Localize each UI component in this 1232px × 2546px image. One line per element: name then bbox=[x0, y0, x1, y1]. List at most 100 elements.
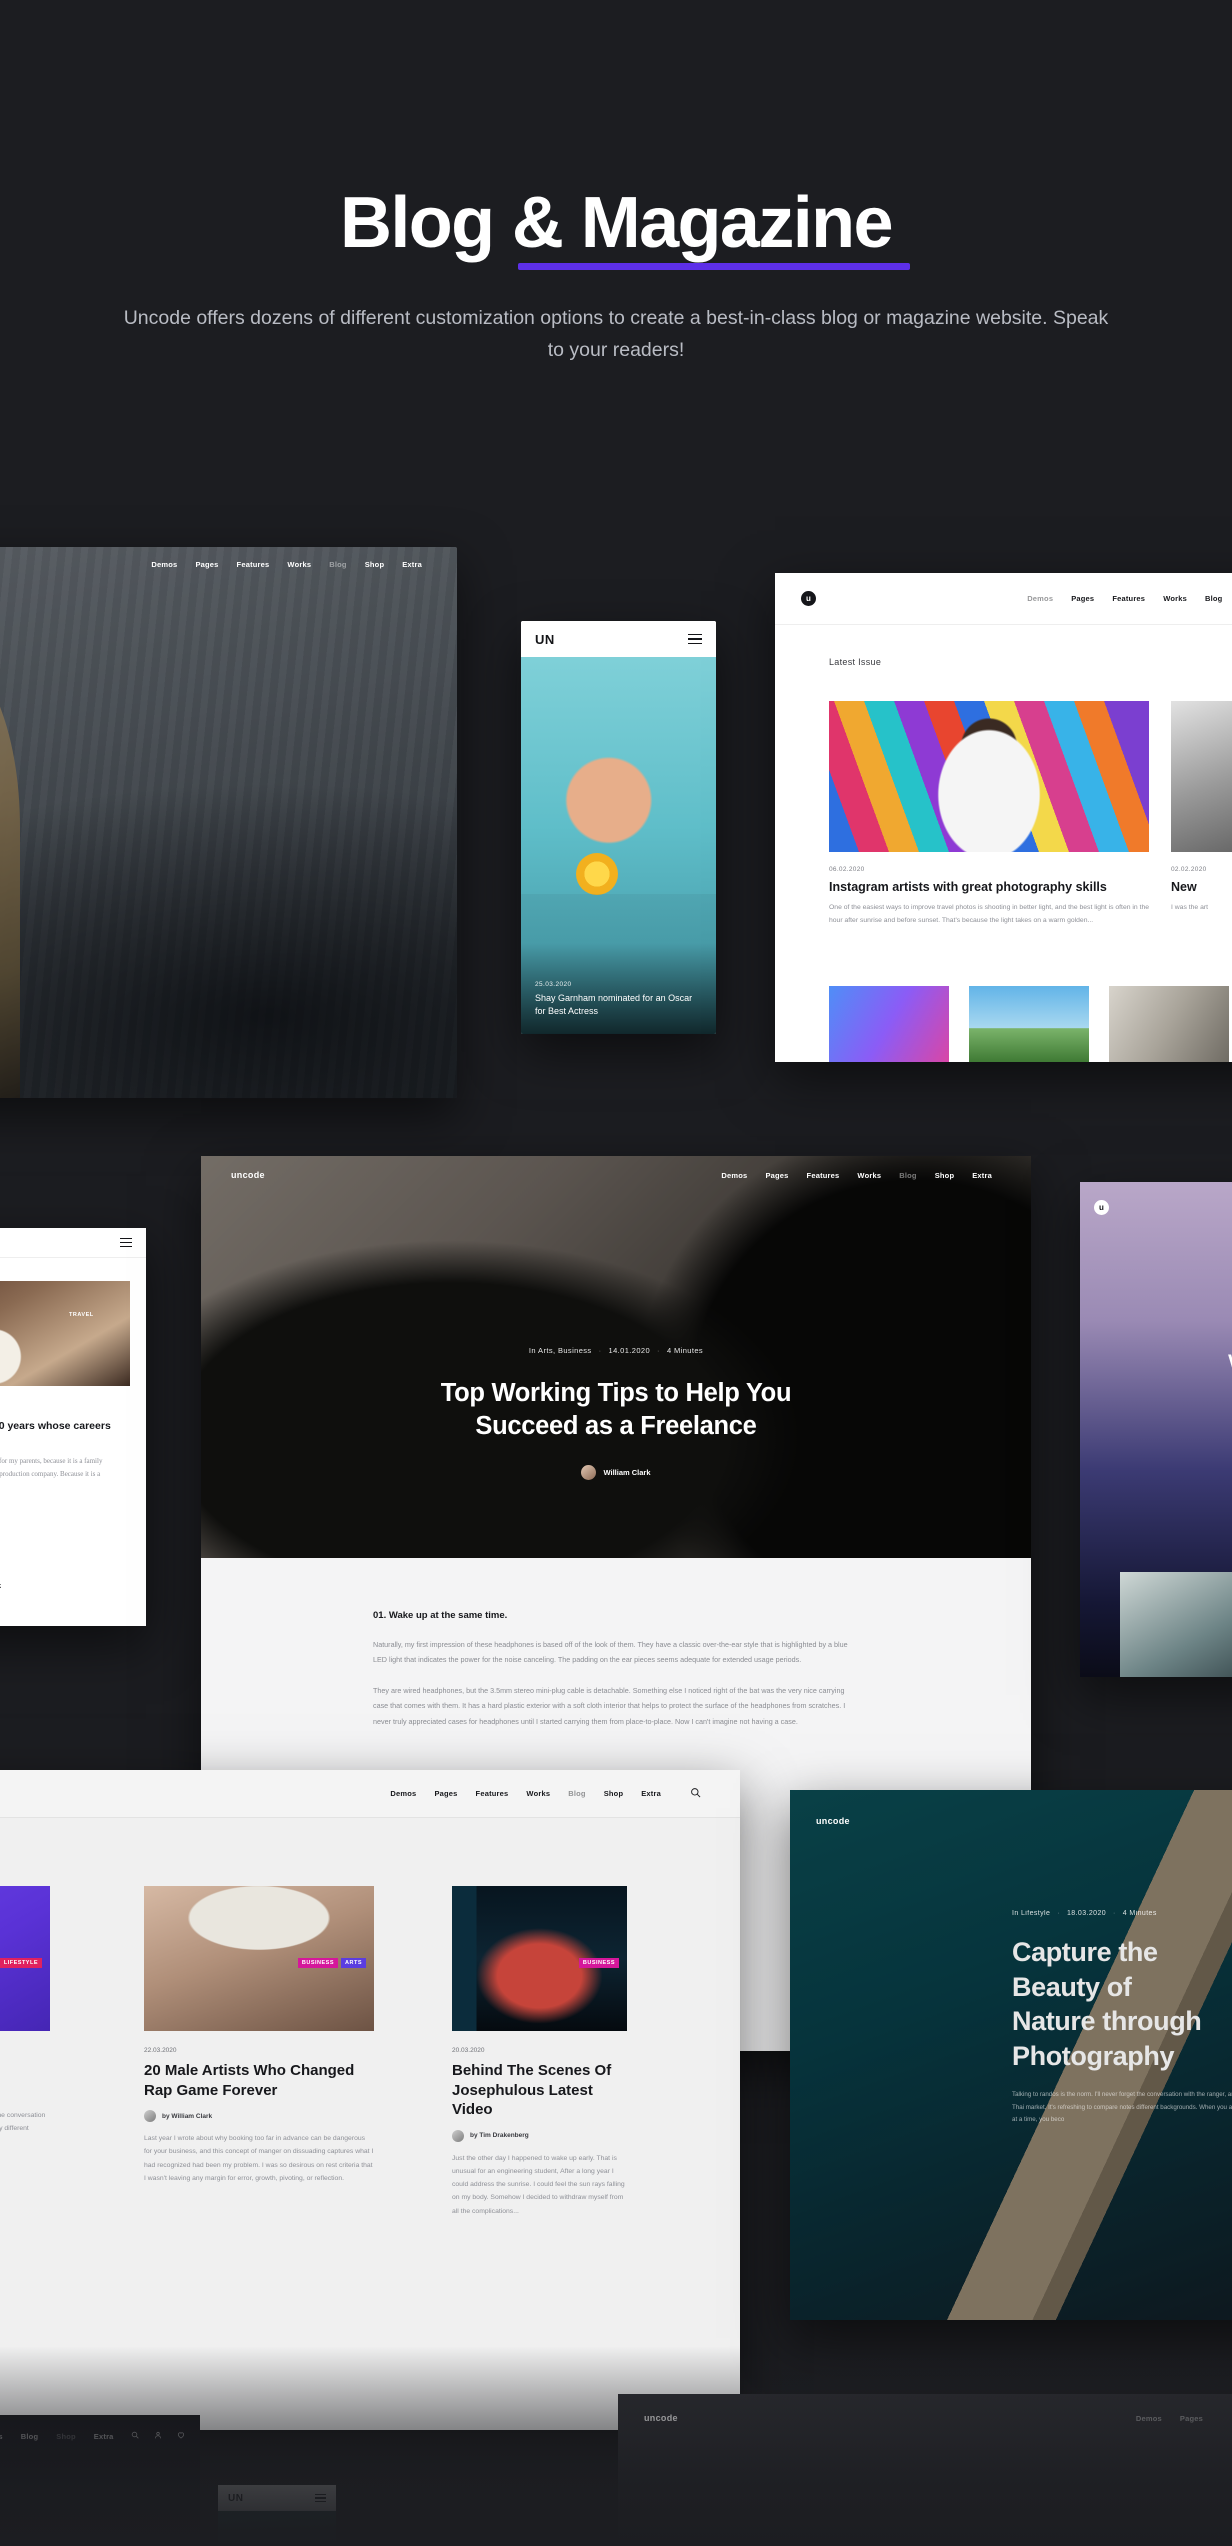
hamburger-icon[interactable] bbox=[688, 633, 702, 645]
nav-item-blog[interactable]: Blog bbox=[12, 2432, 47, 2441]
brand-nav-links[interactable]: Demos Pages bbox=[1127, 2414, 1212, 2423]
grid-card-2[interactable]: BUSINESS ARTS 22.03.2020 20 Male Artists… bbox=[144, 1886, 374, 2185]
freelance-author-row[interactable]: William Clark bbox=[201, 1465, 1031, 1481]
grid-card-3[interactable]: BUSINESS 20.03.2020 Behind The Scenes Of… bbox=[452, 1886, 627, 2218]
nav-item-works[interactable]: Works bbox=[0, 2432, 12, 2441]
nav-item-shop[interactable]: Shop bbox=[356, 560, 394, 569]
hamburger-icon[interactable] bbox=[315, 2493, 326, 2503]
badge-group[interactable]: BUSINESS bbox=[578, 1958, 619, 1968]
grid-nav-links[interactable]: Demos Pages Features Works Blog Shop Ext… bbox=[381, 1787, 710, 1800]
hamburger-icon[interactable] bbox=[120, 1237, 132, 1248]
nav-item-demos[interactable]: Demos bbox=[381, 1789, 425, 1798]
card-title: Instagram artists with great photography… bbox=[829, 880, 1107, 894]
nav-item-pages[interactable]: Pages bbox=[186, 560, 227, 569]
side-card-excerpt: Many years ago, I worked for my parents,… bbox=[0, 1457, 103, 1479]
mobile-logo[interactable]: UN bbox=[228, 2493, 243, 2504]
nav-item-features[interactable]: Features bbox=[1103, 594, 1154, 603]
mockup-bottom-mobile[interactable]: UN bbox=[218, 2485, 336, 2546]
badge-group[interactable]: BUSINESS ARTS bbox=[297, 1958, 366, 1968]
wordmark-logo[interactable]: uncode bbox=[644, 2413, 678, 2423]
card-title: Nominated At Grammy bbox=[0, 2061, 50, 2081]
side-card-header: uncode bbox=[0, 1228, 146, 1258]
nav-item-works[interactable]: Works bbox=[278, 560, 320, 569]
nav-item-extra[interactable]: Extra bbox=[393, 560, 431, 569]
mockup-latest-issue[interactable]: u Demos Pages Features Works Blog Shop L… bbox=[775, 573, 1232, 1062]
nav-item-extra[interactable]: Extra bbox=[963, 1171, 1001, 1180]
nav-item-shop[interactable]: Shop bbox=[926, 1171, 964, 1180]
badge-arts[interactable]: ARTS bbox=[341, 1958, 366, 1968]
nav-item-pages[interactable]: Pages bbox=[756, 1171, 797, 1180]
article-paragraph-1: Naturally, my first impression of these … bbox=[373, 1640, 848, 1665]
card-author-row[interactable]: by Tim Drakenberg bbox=[452, 2129, 627, 2142]
nav-links[interactable]: Demos Pages Features Works Blog Shop Ext… bbox=[142, 560, 431, 569]
mockup-magazine-grid[interactable]: Demos Pages Features Works Blog Shop Ext… bbox=[0, 1770, 740, 2430]
latest-nav-links[interactable]: Demos Pages Features Works Blog Shop bbox=[1018, 594, 1232, 603]
nav-item-blog[interactable]: Blog bbox=[1196, 594, 1231, 603]
nav-item-demos[interactable]: Demos bbox=[142, 560, 186, 569]
nav-item-demos[interactable]: Demos bbox=[712, 1171, 756, 1180]
logo-circle-icon[interactable]: u bbox=[1094, 1200, 1109, 1215]
mockup-purple-sky[interactable]: u W bbox=[1080, 1182, 1232, 1677]
latest-card-2[interactable]: 02.02.2020 New I was the art bbox=[1171, 866, 1232, 915]
cart-icon[interactable] bbox=[194, 2431, 200, 2441]
nav-item-extra[interactable]: Extra bbox=[632, 1789, 670, 1798]
nav-item-works[interactable]: Works bbox=[1154, 594, 1196, 603]
user-icon[interactable] bbox=[148, 2431, 171, 2441]
mockup-trust-article[interactable]: Demos Pages Features Works Blog Shop Ext… bbox=[0, 547, 457, 1098]
card-author-row[interactable]: by William Clark bbox=[144, 2110, 374, 2122]
nav-item-pages[interactable]: Pages bbox=[1171, 2414, 1212, 2423]
nav-item-pages[interactable]: Pages bbox=[1062, 594, 1103, 603]
logo-circle-icon[interactable]: u bbox=[801, 591, 816, 606]
nav-item-works[interactable]: Works bbox=[848, 1171, 890, 1180]
badge-group[interactable]: ARTS LIFESTYLE bbox=[0, 1958, 42, 1968]
mobile-logo[interactable]: UN bbox=[535, 632, 555, 647]
freelance-author: William Clark bbox=[603, 1468, 651, 1478]
nav-item-demos[interactable]: Demos bbox=[1018, 594, 1062, 603]
mockup-bottom-brand[interactable]: uncode Demos Pages We are a brand and bbox=[618, 2394, 1232, 2546]
side-card-author: by William Clark bbox=[0, 1583, 1, 1590]
nav-item-features[interactable]: Features bbox=[467, 1789, 518, 1798]
nav-item-extra[interactable]: Extra bbox=[85, 2432, 123, 2441]
nav-item-shop[interactable]: Shop bbox=[595, 1789, 633, 1798]
article-meta: 25.03.2020 · 6 Minutes bbox=[0, 782, 295, 792]
page-title-plain: Blog & bbox=[339, 183, 581, 263]
nav-item-features[interactable]: Features bbox=[798, 1171, 849, 1180]
grid-card-1[interactable]: ARTS LIFESTYLE 25.03.2020 Nominated At G… bbox=[0, 1886, 50, 2148]
mockup-bottom-shop[interactable]: Pages Features Works Blog Shop Extra bbox=[0, 2415, 200, 2546]
freelance-nav-links[interactable]: Demos Pages Features Works Blog Shop Ext… bbox=[712, 1171, 1001, 1180]
mockup-side-card[interactable]: uncode TRAVEL 14.01.2020 9 stars under 3… bbox=[0, 1228, 146, 1626]
nav-item-blog[interactable]: Blog bbox=[320, 560, 355, 569]
nav-item-blog[interactable]: Blog bbox=[559, 1789, 594, 1798]
freelance-title-line1: Top Working Tips to Help You bbox=[440, 1379, 792, 1407]
heart-icon[interactable] bbox=[171, 2431, 194, 2441]
meta-separator-dot: · bbox=[657, 1346, 660, 1355]
article-title: Trust your when You're a Decision bbox=[0, 806, 295, 921]
search-icon[interactable] bbox=[670, 1787, 710, 1800]
nav-item-blog[interactable]: Blog bbox=[890, 1171, 925, 1180]
wordmark-logo[interactable]: uncode bbox=[231, 1170, 265, 1180]
latest-card-1[interactable]: 06.02.2020 Instagram artists with great … bbox=[829, 866, 1149, 927]
nav-item-works[interactable]: Works bbox=[517, 1789, 559, 1798]
nav-item-shop[interactable]: Shop bbox=[47, 2432, 85, 2441]
mockup-capture-nature[interactable]: uncode In Lifestyle · 18.03.2020 · 4 Min… bbox=[790, 1790, 1232, 2320]
card-excerpt: Just the other day I happened to wake up… bbox=[452, 2154, 625, 2215]
capture-date: 18.03.2020 bbox=[1067, 1910, 1107, 1917]
badge-business[interactable]: BUSINESS bbox=[578, 1958, 619, 1968]
mockup-mobile-article[interactable]: UN 25.03.2020 Shay Garnham nominated for… bbox=[521, 621, 716, 1034]
mobile-caption: 25.03.2020 Shay Garnham nominated for an… bbox=[535, 981, 702, 1018]
search-icon[interactable] bbox=[123, 2431, 148, 2441]
nav-item-features[interactable]: Features bbox=[228, 560, 279, 569]
bottom-nav-links[interactable]: Pages Features Works Blog Shop Extra bbox=[0, 2431, 200, 2441]
badge-business[interactable]: BUSINESS bbox=[297, 1958, 339, 1968]
nav-item-demos[interactable]: Demos bbox=[1127, 2414, 1171, 2423]
nav-item-pages[interactable]: Pages bbox=[425, 1789, 466, 1798]
wordmark-logo[interactable]: uncode bbox=[816, 1816, 850, 1826]
mock-navbar: Demos Pages Features Works Blog Shop Ext… bbox=[0, 547, 457, 581]
badge-travel[interactable]: TRAVEL bbox=[65, 1310, 98, 1320]
badge-lifestyle[interactable]: LIFESTYLE bbox=[0, 1958, 42, 1968]
side-card-author-row[interactable]: by William Clark Travel enthusiast bbox=[0, 1582, 1, 1598]
section-label-latest-issue: Latest Issue bbox=[829, 657, 882, 667]
photo-rapper: BUSINESS ARTS bbox=[144, 1886, 374, 2031]
photo-secondary bbox=[1171, 701, 1232, 852]
freelance-navbar: uncode Demos Pages Features Works Blog S… bbox=[201, 1156, 1031, 1194]
